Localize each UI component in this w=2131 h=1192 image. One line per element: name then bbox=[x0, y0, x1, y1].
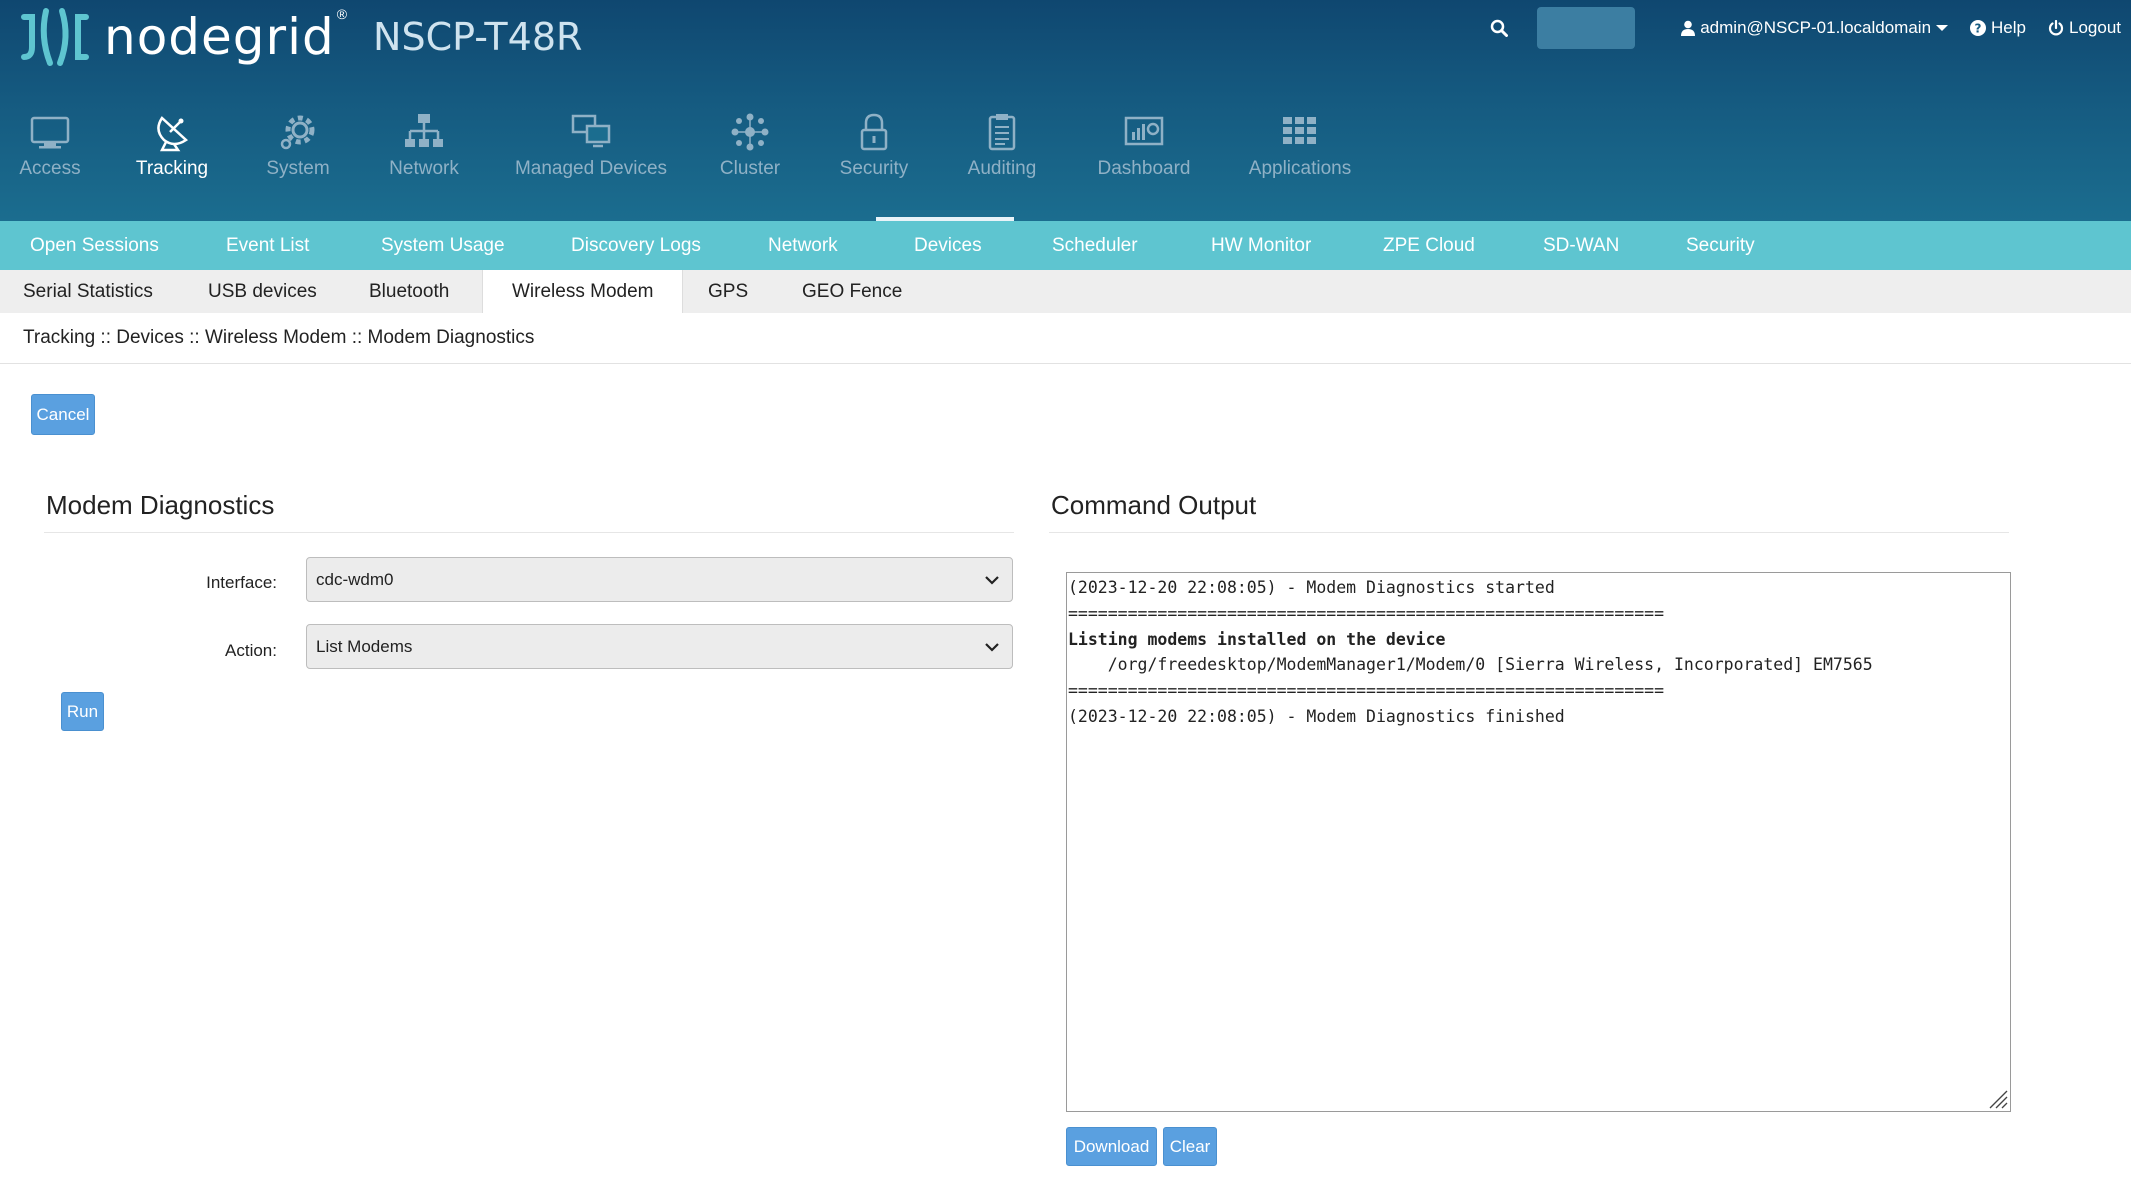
header-actions: admin@NSCP-01.localdomain ? Help Logout bbox=[1479, 6, 2121, 50]
subnav-security[interactable]: Security bbox=[1686, 221, 1755, 270]
monitor-icon bbox=[30, 116, 70, 149]
interface-label: Interface: bbox=[206, 573, 277, 592]
subnav-system-usage[interactable]: System Usage bbox=[381, 221, 505, 270]
nav-security[interactable]: Security bbox=[830, 112, 918, 180]
subnav-sd-wan[interactable]: SD-WAN bbox=[1543, 221, 1619, 270]
nav-auditing[interactable]: Auditing bbox=[958, 112, 1046, 180]
action-value: List Modems bbox=[316, 637, 413, 656]
subnav-scheduler[interactable]: Scheduler bbox=[1052, 221, 1138, 270]
tab-geo-fence[interactable]: GEO Fence bbox=[802, 270, 902, 313]
action-label: Action: bbox=[225, 641, 277, 660]
tab-bluetooth[interactable]: Bluetooth bbox=[369, 270, 449, 313]
brand-logo[interactable]: nodegrid ® NSCP-T48R bbox=[20, 2, 582, 72]
help-link[interactable]: ? Help bbox=[1970, 18, 2026, 38]
command-output-textarea[interactable]: (2023-12-20 22:08:05) - Modem Diagnostic… bbox=[1066, 572, 2011, 1112]
satellite-dish-icon bbox=[157, 116, 189, 152]
subnav-network[interactable]: Network bbox=[768, 221, 838, 270]
device-model: NSCP-T48R bbox=[373, 15, 583, 59]
nav-applications[interactable]: Applications bbox=[1240, 112, 1360, 180]
tab-wireless-modem[interactable]: Wireless Modem bbox=[482, 270, 684, 313]
subnav-zpe-cloud[interactable]: ZPE Cloud bbox=[1383, 221, 1475, 270]
power-icon bbox=[2048, 20, 2064, 36]
subnav-discovery-logs[interactable]: Discovery Logs bbox=[571, 221, 701, 270]
diagnostics-title-divider bbox=[44, 532, 1014, 533]
nav-dashboard[interactable]: Dashboard bbox=[1094, 112, 1194, 180]
diagnostics-title: Modem Diagnostics bbox=[46, 490, 275, 520]
device-tabs: Serial Statistics USB devices Bluetooth … bbox=[0, 270, 2131, 313]
user-menu[interactable]: admin@NSCP-01.localdomain bbox=[1681, 18, 1949, 38]
subnav-open-sessions[interactable]: Open Sessions bbox=[30, 221, 159, 270]
app-header: nodegrid ® NSCP-T48R admin@NSCP-01.local… bbox=[0, 0, 2131, 221]
logout-label: Logout bbox=[2069, 18, 2121, 37]
cancel-button[interactable]: Cancel bbox=[31, 394, 95, 435]
output-line: ========================================… bbox=[1068, 681, 1665, 701]
output-line: (2023-12-20 22:08:05) - Modem Diagnostic… bbox=[1068, 706, 1565, 726]
grid-icon bbox=[1283, 117, 1316, 144]
resize-handle-icon[interactable] bbox=[1986, 1087, 2008, 1109]
clipboard-icon bbox=[988, 114, 1016, 151]
svg-text:?: ? bbox=[1975, 22, 1982, 36]
output-line: ========================================… bbox=[1068, 603, 1665, 623]
subnav-devices[interactable]: Devices bbox=[914, 221, 982, 270]
dashboard-icon bbox=[1124, 116, 1164, 146]
nav-access[interactable]: Access bbox=[6, 112, 94, 180]
output-title-divider bbox=[1049, 532, 2009, 533]
caret-down-icon bbox=[1936, 25, 1949, 31]
chevron-down-icon bbox=[985, 576, 999, 585]
registered-mark: ® bbox=[336, 6, 348, 22]
output-line: (2023-12-20 22:08:05) - Modem Diagnostic… bbox=[1068, 578, 1555, 597]
subnav-hw-monitor[interactable]: HW Monitor bbox=[1211, 221, 1311, 270]
question-circle-icon: ? bbox=[1970, 20, 1987, 36]
nav-cluster[interactable]: Cluster bbox=[706, 112, 794, 180]
user-icon bbox=[1681, 20, 1696, 36]
managed-devices-icon bbox=[571, 114, 611, 148]
cluster-icon bbox=[731, 113, 769, 151]
tab-gps[interactable]: GPS bbox=[708, 270, 748, 313]
gear-icon bbox=[280, 115, 315, 150]
tab-usb-devices[interactable]: USB devices bbox=[208, 270, 317, 313]
help-label: Help bbox=[1991, 18, 2026, 37]
output-line: /org/freedesktop/ModemManager1/Modem/0 [… bbox=[1068, 655, 1873, 675]
output-line: Listing modems installed on the device bbox=[1068, 629, 1446, 649]
interface-select[interactable]: cdc-wdm0 bbox=[306, 557, 1013, 602]
run-button[interactable]: Run bbox=[61, 692, 104, 731]
user-name: admin@NSCP-01.localdomain bbox=[1700, 18, 1932, 37]
chevron-down-icon bbox=[985, 643, 999, 652]
nav-system[interactable]: System bbox=[254, 112, 342, 180]
brand-name: nodegrid bbox=[104, 8, 335, 66]
action-select[interactable]: List Modems bbox=[306, 624, 1013, 669]
network-icon bbox=[405, 114, 443, 147]
search-icon[interactable] bbox=[1479, 19, 1519, 37]
nodegrid-logo-icon bbox=[21, 8, 89, 66]
nav-tracking[interactable]: Tracking bbox=[128, 112, 216, 180]
tab-serial-statistics[interactable]: Serial Statistics bbox=[23, 270, 153, 313]
search-input[interactable] bbox=[1537, 7, 1636, 49]
divider bbox=[0, 363, 2131, 364]
lock-icon bbox=[860, 113, 888, 151]
clear-button[interactable]: Clear bbox=[1163, 1127, 1217, 1166]
breadcrumb: Tracking :: Devices :: Wireless Modem ::… bbox=[23, 327, 535, 348]
download-button[interactable]: Download bbox=[1066, 1127, 1157, 1166]
sub-nav: Open Sessions Event List System Usage Di… bbox=[0, 221, 2131, 270]
nav-network[interactable]: Network bbox=[378, 112, 470, 180]
command-output-title: Command Output bbox=[1051, 490, 1257, 520]
logout-link[interactable]: Logout bbox=[2048, 18, 2121, 38]
interface-value: cdc-wdm0 bbox=[316, 570, 394, 589]
subnav-event-list[interactable]: Event List bbox=[226, 221, 309, 270]
nav-managed-devices[interactable]: Managed Devices bbox=[512, 112, 670, 180]
